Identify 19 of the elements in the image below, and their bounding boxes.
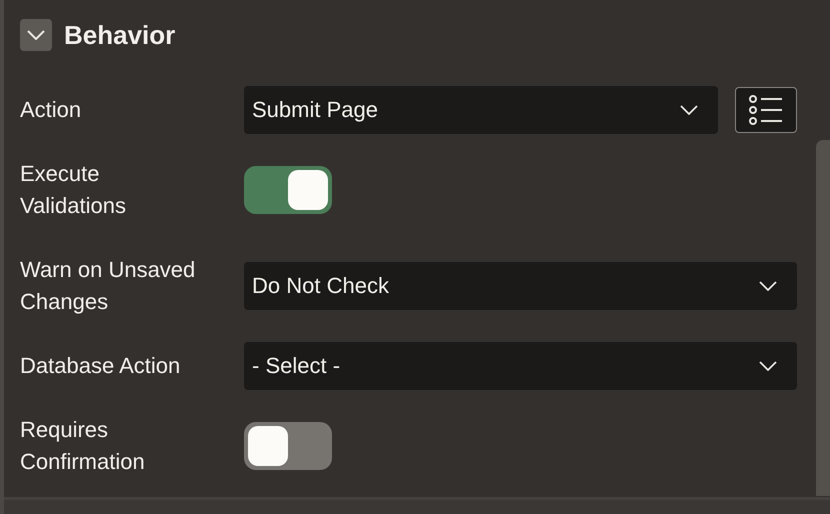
field-label: Requires Confirmation	[20, 416, 146, 476]
toggle-switch[interactable]	[244, 166, 332, 214]
field-label: Action	[20, 96, 82, 124]
list-icon	[749, 95, 783, 125]
chevron-down-icon	[759, 281, 777, 291]
select-field[interactable]: Submit Page	[244, 86, 718, 134]
select-field[interactable]: Do Not Check	[244, 262, 797, 310]
chevron-down-icon	[759, 361, 777, 371]
list-button[interactable]	[735, 87, 797, 133]
collapse-toggle[interactable]	[20, 19, 52, 51]
toggle-switch[interactable]	[244, 422, 332, 470]
field-label: Execute Validations	[20, 160, 127, 220]
field-label: Warn on Unsaved Changes	[20, 256, 196, 316]
scrollbar[interactable]	[816, 140, 830, 496]
chevron-down-icon	[27, 30, 45, 40]
section-title: Behavior	[64, 20, 176, 50]
field-label: Database Action	[20, 352, 182, 380]
select-field[interactable]: - Select -	[244, 342, 797, 390]
chevron-down-icon	[680, 105, 698, 115]
